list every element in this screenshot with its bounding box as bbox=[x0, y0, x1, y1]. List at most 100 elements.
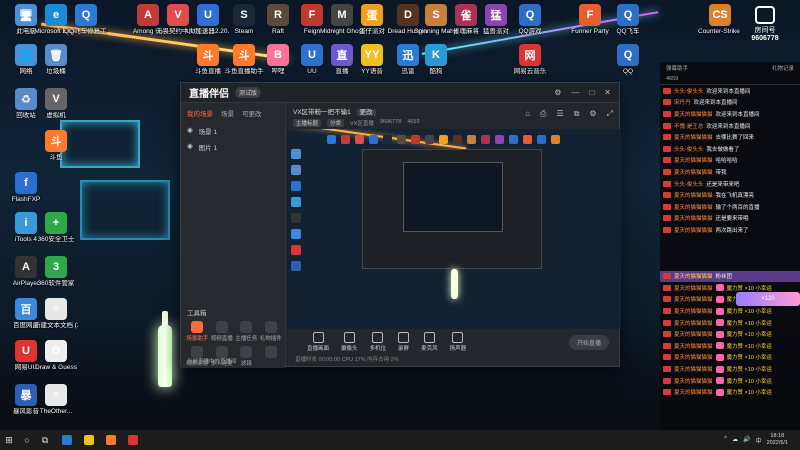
chat-username[interactable]: 夏天的猫猫猫猫 bbox=[674, 272, 713, 280]
stream-preview[interactable] bbox=[287, 129, 621, 329]
menu-icon[interactable]: ☰ bbox=[557, 109, 564, 119]
chat-username[interactable]: 夏天的猫猫猫猫 bbox=[674, 342, 713, 350]
desktop-icon[interactable]: 3 360软件管家 bbox=[34, 256, 78, 287]
chat-message[interactable]: 头头-俊头头 我去做做看了 bbox=[660, 143, 800, 155]
toolbox-item[interactable]: 滤镜 bbox=[234, 346, 259, 367]
desktop-icon[interactable]: Q QQ bbox=[606, 44, 650, 75]
task-view-icon[interactable]: ⧉ bbox=[36, 431, 54, 449]
settings-icon[interactable]: ⚙ bbox=[554, 88, 561, 97]
desktop-icon[interactable]: Q QQ飞车 bbox=[606, 4, 650, 35]
cloud-icon[interactable]: ☁ bbox=[732, 436, 738, 445]
toolbox-item[interactable] bbox=[259, 346, 284, 367]
scene-item[interactable]: ◉ 图片 1 bbox=[181, 139, 285, 155]
expand-icon[interactable]: ⤢ bbox=[607, 109, 613, 119]
chat-message[interactable]: 夏天的猫猫猫猫 粉丝团 bbox=[660, 270, 800, 283]
chat-message[interactable]: 夏天的猫猫猫猫 两次跳出来了 bbox=[660, 224, 800, 236]
source-control[interactable]: 麦克风 bbox=[421, 332, 438, 352]
chat-username[interactable]: 宋丹丹 bbox=[674, 98, 691, 106]
desktop-icon[interactable]: f FlashFXP bbox=[4, 172, 48, 203]
source-control[interactable]: 扬声器 bbox=[450, 332, 466, 352]
desktop-icon[interactable]: ≡ 新建文本文档 (2) bbox=[34, 298, 78, 329]
chat-message[interactable]: 夏天的猫猫猫猫 魔力赞 ×10 小幸运 bbox=[660, 305, 800, 317]
search-icon[interactable]: ○ bbox=[18, 431, 36, 449]
chat-username[interactable]: 夏天的猫猫猫猫 bbox=[674, 319, 713, 327]
eye-icon[interactable]: ◉ bbox=[187, 142, 193, 152]
input-method-icon[interactable]: 中 bbox=[756, 436, 762, 445]
chat-message[interactable] bbox=[660, 236, 800, 248]
chat-message[interactable] bbox=[660, 259, 800, 271]
chat-message[interactable]: 宋丹丹 欢迎来到本直播间 bbox=[660, 97, 800, 109]
taskbar-app[interactable] bbox=[102, 431, 120, 449]
stream-title[interactable]: VX区带粉一把不输1 bbox=[293, 109, 351, 116]
chat-username[interactable]: 夏天的猫猫猫猫 bbox=[674, 168, 713, 176]
eye-icon[interactable]: ◉ bbox=[187, 126, 193, 136]
chat-message[interactable]: 夏天的猫猫猫猫 魔力赞 ×10 小幸运 bbox=[660, 363, 800, 375]
chat-username[interactable]: 夏天的猫猫猫猫 bbox=[674, 295, 713, 303]
chat-username[interactable]: 夏天的猫猫猫猫 bbox=[674, 284, 713, 292]
scene-item[interactable]: ◉ 场景 1 bbox=[181, 123, 285, 139]
chat-message[interactable]: 夏天的猫猫猫猫 魔力赞 ×10 小幸运 bbox=[660, 340, 800, 352]
desktop-icon[interactable]: Q QQ游戏 bbox=[508, 4, 552, 35]
chat-username[interactable]: 夏天的猫猫猫猫 bbox=[674, 214, 713, 222]
source-control[interactable]: 直播画面 bbox=[307, 332, 329, 352]
desktop-icon[interactable]: i iTools 4 bbox=[4, 212, 48, 243]
source-control[interactable]: 录屏 bbox=[398, 332, 409, 352]
chat-message[interactable]: 夏天的猫猫猫猫 输了个两百的直播 bbox=[660, 201, 800, 213]
desktop-icon[interactable]: 网网易云音乐 bbox=[508, 44, 552, 75]
taskbar-app[interactable] bbox=[124, 431, 142, 449]
tab-item[interactable]: 我的场景 bbox=[187, 108, 213, 118]
chat-message[interactable]: 夏天的猫猫猫猫 我在飞机真漂亮 bbox=[660, 189, 800, 201]
chat-message[interactable]: 夏天的猫猫猫猫 魔力赞 ×10 小幸运 bbox=[660, 352, 800, 364]
chat-tab[interactable]: 弹幕助手 bbox=[666, 64, 688, 72]
chat-username[interactable]: 夏天的猫猫猫猫 bbox=[674, 156, 713, 164]
chat-message[interactable]: 夏天的猫猫猫猫 还是要来带哦 bbox=[660, 213, 800, 225]
chat-username[interactable]: 夏天的猫猫猫猫 bbox=[674, 191, 713, 199]
clock[interactable]: 18:18 2022/5/1 bbox=[767, 433, 788, 447]
volume-icon[interactable]: 🔊 bbox=[743, 436, 750, 445]
chat-message[interactable]: 夏天的猫猫猫猫 魔力赞 ×10 小幸运 bbox=[660, 317, 800, 329]
source-control[interactable]: 多机位 bbox=[370, 332, 386, 352]
start-button[interactable]: ⊞ bbox=[0, 431, 18, 449]
chat-message[interactable]: 夏天的猫猫猫猫 魔力赞 ×10 小幸运 bbox=[660, 375, 800, 387]
chat-username[interactable]: 夏天的猫猫猫猫 bbox=[674, 307, 713, 315]
chat-username[interactable]: 夏天的猫猫猫猫 bbox=[674, 226, 713, 234]
desktop-icon[interactable]: CS Counter-Strike 2 bbox=[698, 4, 742, 35]
toolbox-item[interactable]: 礼物插件 bbox=[259, 321, 284, 342]
home-icon[interactable]: ⌂ bbox=[525, 109, 530, 119]
chat-username[interactable]: 不愧-是王总 bbox=[674, 122, 703, 130]
chat-username[interactable]: 夏天的猫猫猫猫 bbox=[674, 133, 713, 141]
chat-message[interactable]: 夏天的猫猫猫猫 魔力赞 ×10 小幸运 bbox=[660, 386, 800, 398]
desktop-icon[interactable]: ≡ TheOther... bbox=[34, 384, 78, 415]
message-list[interactable]: 头头-俊头头 欢迎来到本直播间 宋丹丹 欢迎来到本直播间 夏天的猫猫猫猫 欢迎来到本直播间… bbox=[660, 85, 800, 398]
toolbox-item[interactable]: 场景助手 bbox=[185, 321, 210, 342]
maximize-button[interactable]: □ bbox=[589, 88, 594, 97]
source-control[interactable]: 摄像头 bbox=[341, 332, 358, 352]
tab-item[interactable]: 场景 bbox=[221, 108, 234, 118]
desktop-icon[interactable]: K 酷狗 bbox=[414, 44, 458, 75]
toolbox-item[interactable]: 视频直播 bbox=[210, 321, 235, 342]
chat-message[interactable]: 头头-俊头头 还是来带来吧 bbox=[660, 178, 800, 190]
chat-username[interactable]: 头头-俊头头 bbox=[674, 145, 703, 153]
chat-message[interactable]: 头头-俊头头 欢迎来到本直播间 bbox=[660, 85, 800, 97]
taskbar-app[interactable] bbox=[80, 431, 98, 449]
chat-tab[interactable]: 礼物记录 bbox=[772, 64, 794, 72]
toolbox-item[interactable]: 主播任务 bbox=[234, 321, 259, 342]
chat-username[interactable]: 夏天的猫猫猫猫 bbox=[674, 377, 713, 385]
desktop-icon[interactable]: V 虚拟机 bbox=[34, 88, 78, 119]
settings-icon[interactable]: ⚙ bbox=[589, 109, 596, 119]
go-live-button[interactable]: 开始直播 bbox=[568, 334, 609, 350]
copy-icon[interactable]: ⧉ bbox=[574, 109, 580, 119]
chat-username[interactable]: 夏天的猫猫猫猫 bbox=[674, 388, 713, 396]
chat-message[interactable]: 夏天的猫猫猫猫 带我 bbox=[660, 166, 800, 178]
chat-message[interactable]: 夏天的猫猫猫猫 魔力赞 ×10 小幸运 bbox=[660, 328, 800, 340]
tab-item[interactable]: 可更改 bbox=[242, 108, 262, 118]
chat-message[interactable] bbox=[660, 247, 800, 259]
print-icon[interactable]: ⎙ bbox=[540, 109, 546, 119]
chat-username[interactable]: 头头-俊头头 bbox=[674, 180, 703, 188]
chat-message[interactable]: 夏天的猫猫猫猫 欢迎来到本直播间 bbox=[660, 108, 800, 120]
chat-message[interactable]: 不愧-是王总 欢迎来到本直播间 bbox=[660, 120, 800, 132]
desktop-icon[interactable]: 🗑 垃圾桶 bbox=[34, 44, 78, 75]
chat-username[interactable]: 夏天的猫猫猫猫 bbox=[674, 330, 713, 338]
chat-message[interactable]: 夏天的猫猫猫猫 去哪比赛了回来 bbox=[660, 131, 800, 143]
chat-message[interactable]: 夏天的猫猫猫猫 哈哈哈哈 bbox=[660, 155, 800, 167]
